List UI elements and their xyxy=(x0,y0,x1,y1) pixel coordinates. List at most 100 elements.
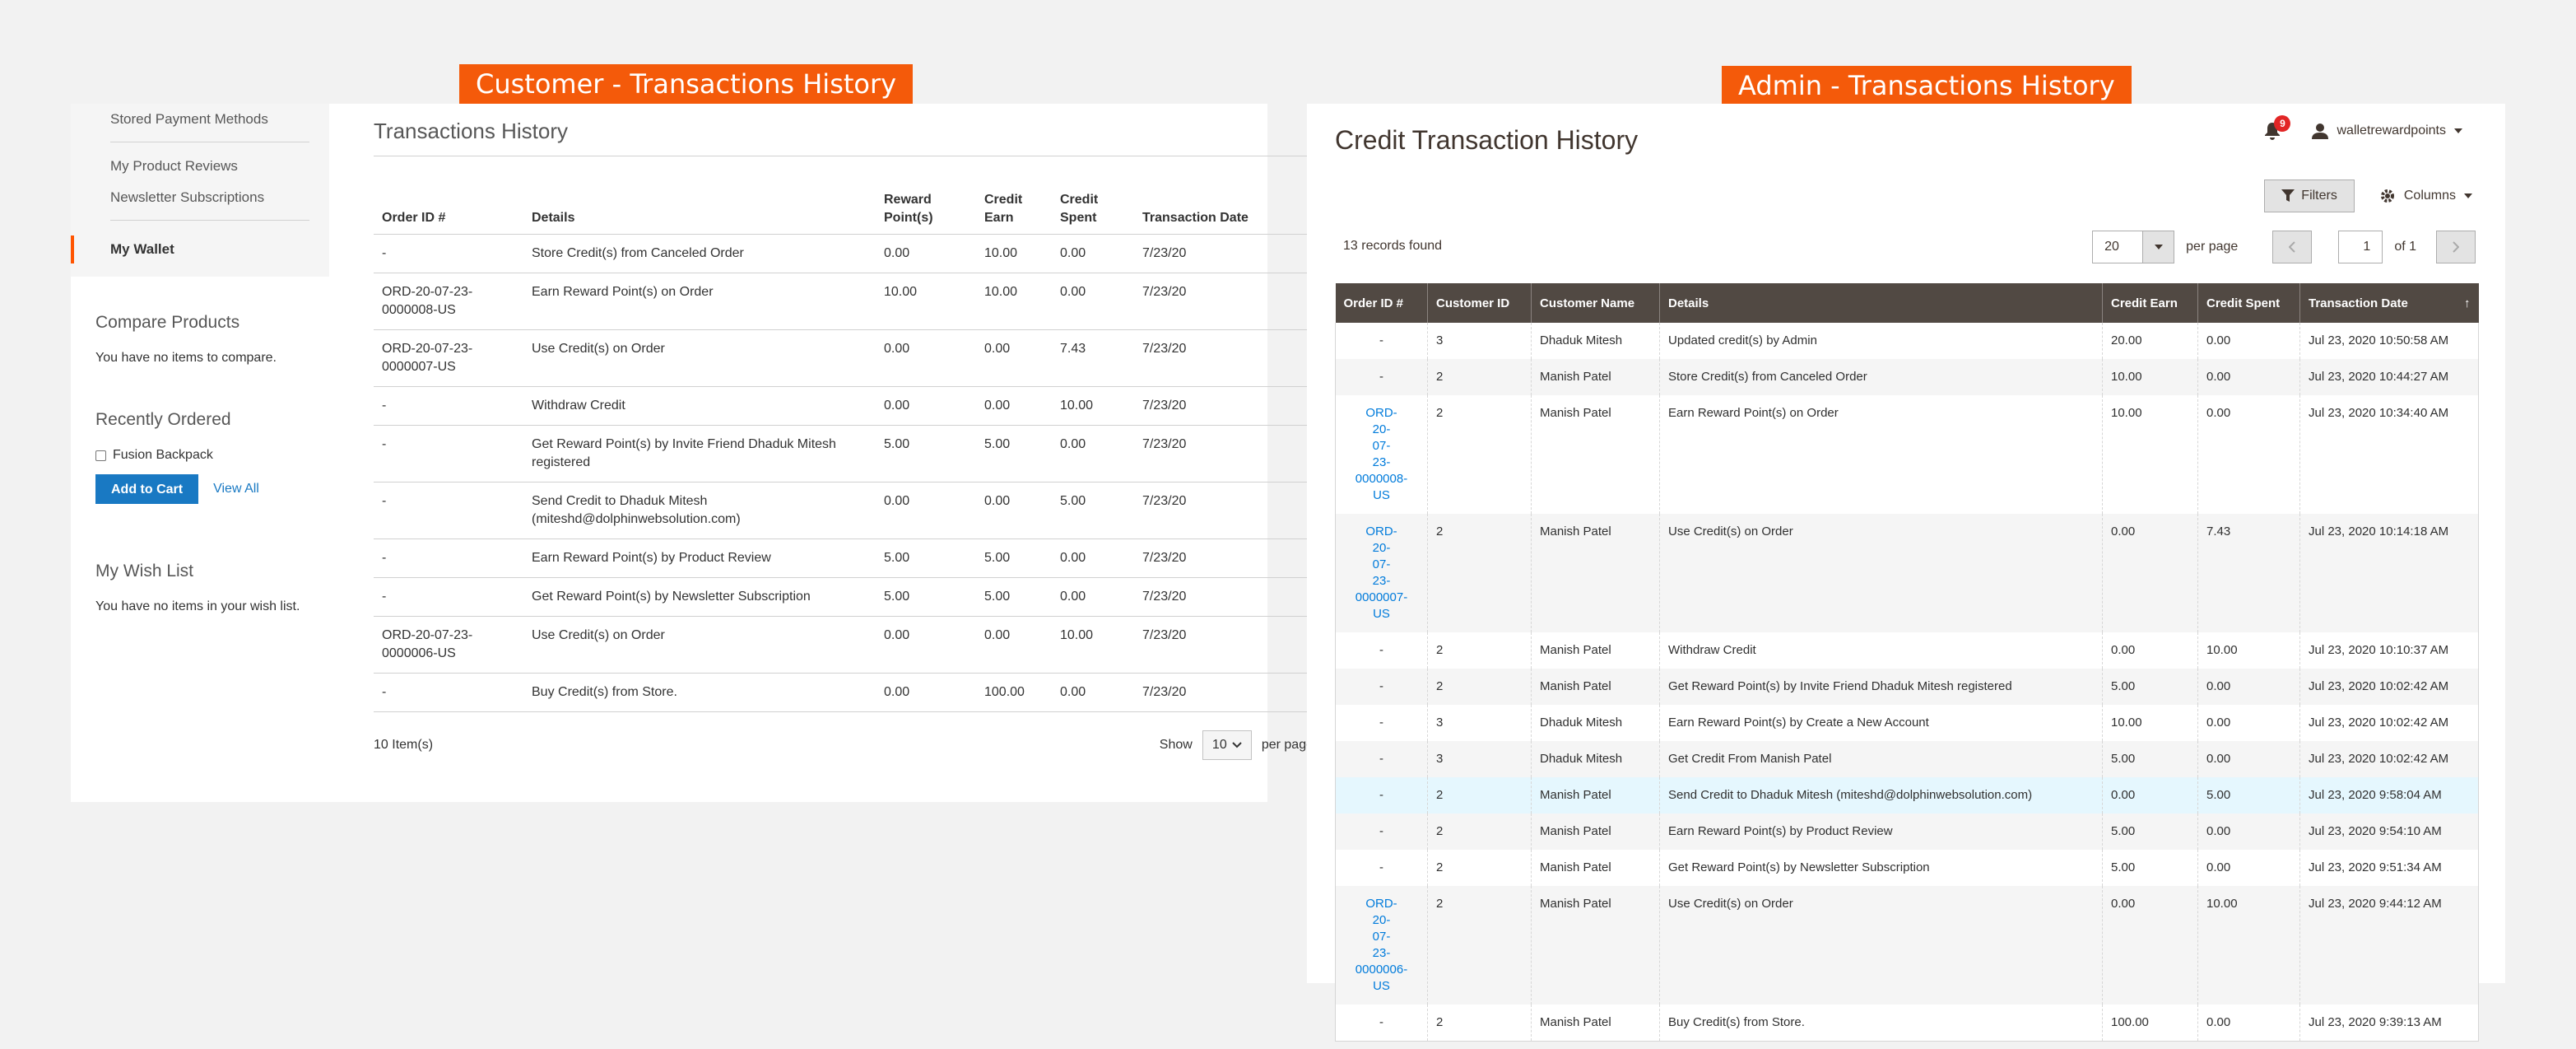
cell-reward-points: 0.00 xyxy=(876,234,976,273)
cell-details: Withdraw Credit xyxy=(523,386,876,426)
col-customer-id[interactable]: Customer ID xyxy=(1427,283,1532,323)
nav-my-product-reviews[interactable]: My Product Reviews xyxy=(71,157,329,175)
nav-stored-payment-methods[interactable]: Stored Payment Methods xyxy=(71,104,329,128)
customer-toolbar: 10 Item(s) Show 10 per page xyxy=(374,730,1314,760)
cell-order-id: - xyxy=(1335,777,1428,814)
cell-credit-spent: 10.00 xyxy=(1052,616,1134,674)
cell-transaction-date: 7/23/20 xyxy=(1134,673,1314,712)
cell-credit-spent: 0.00 xyxy=(2197,741,2300,777)
view-all-link[interactable]: View All xyxy=(213,482,259,497)
per-page-value: 20 xyxy=(2104,240,2119,254)
cell-credit-earn: 5.00 xyxy=(2102,669,2198,705)
recent-item-name[interactable]: Fusion Backpack xyxy=(113,448,213,463)
cell-details: Buy Credit(s) from Store. xyxy=(523,673,876,712)
col-credit-earn: Credit Earn xyxy=(976,191,1052,235)
grid-row[interactable]: -3 Dhaduk Mitesh Updated credit(s) by Admi… xyxy=(1335,323,2479,359)
cell-transaction-date: Jul 23, 2020 9:54:10 AM xyxy=(2299,814,2479,850)
records-found: 13 records found xyxy=(1343,239,1443,253)
cell-customer-name: Manish Patel xyxy=(1531,814,1660,850)
next-page-button[interactable] xyxy=(2436,231,2476,263)
prev-page-button[interactable] xyxy=(2272,231,2313,263)
col-customer-name[interactable]: Customer Name xyxy=(1531,283,1660,323)
cell-order-id: - xyxy=(1335,632,1428,669)
cell-customer-name: Manish Patel xyxy=(1531,395,1660,514)
cell-details: Get Reward Point(s) by Newsletter Subscr… xyxy=(523,577,876,617)
table-row: - Buy Credit(s) from Store. 0.00 100.00 0.00… xyxy=(374,673,1314,712)
table-row: - Store Credit(s) from Canceled Order 0.00… xyxy=(374,234,1314,273)
cell-transaction-date: Jul 23, 2020 10:34:40 AM xyxy=(2299,395,2479,514)
col-details[interactable]: Details xyxy=(1659,283,2103,323)
add-to-cart-button[interactable]: Add to Cart xyxy=(95,474,199,504)
cell-transaction-date: Jul 23, 2020 10:44:27 AM xyxy=(2299,359,2479,395)
grid-row[interactable]: ORD- 20- 07- 23- 0000008- US 2 Manish Patel Earn… xyxy=(1335,395,2479,514)
cell-order-id[interactable]: ORD- 20- 07- 23- 0000006- US xyxy=(1335,886,1428,1005)
cell-transaction-date: Jul 23, 2020 10:14:18 AM xyxy=(2299,514,2479,632)
cell-order-id: - xyxy=(1335,850,1428,886)
cell-customer-name: Dhaduk Mitesh xyxy=(1531,741,1660,777)
limiter: Show 10 per page xyxy=(1160,730,1314,760)
cell-transaction-date: Jul 23, 2020 10:02:42 AM xyxy=(2299,669,2479,705)
grid-row[interactable]: -2 Manish Patel Store Credit(s) from Cance… xyxy=(1335,359,2479,395)
cell-order-id[interactable]: ORD- 20- 07- 23- 0000008- US xyxy=(1335,395,1428,514)
col-order-id[interactable]: Order ID # xyxy=(1335,283,1428,323)
per-page-toggle[interactable] xyxy=(2142,231,2174,263)
cell-order-id: - xyxy=(374,538,523,578)
cell-credit-spent: 0.00 xyxy=(1052,577,1134,617)
filters-button[interactable]: Filters xyxy=(2264,179,2355,212)
nav-my-wallet[interactable]: My Wallet xyxy=(71,235,329,263)
col-details: Details xyxy=(523,191,876,235)
cell-details: Earn Reward Point(s) by Create a New Acc… xyxy=(1659,705,2103,741)
cell-credit-spent: 10.00 xyxy=(1052,386,1134,426)
per-page-select[interactable]: 20 xyxy=(2092,231,2175,263)
cell-credit-spent: 0.00 xyxy=(1052,425,1134,483)
account-sidebar: Stored Payment Methods My Product Review… xyxy=(71,104,329,614)
grid-row[interactable]: -2 Manish Patel Buy Credit(s) from Store. 1… xyxy=(1335,1005,2479,1042)
grid-row[interactable]: -3 Dhaduk Mitesh Get Credit From Manish Pa… xyxy=(1335,741,2479,777)
cell-order-id: - xyxy=(1335,705,1428,741)
cell-credit-earn: 5.00 xyxy=(976,577,1052,617)
table-row: ORD-20-07-23-0000008-US Earn Reward Point… xyxy=(374,273,1314,330)
page-input[interactable]: 1 xyxy=(2338,231,2383,263)
cell-order-id: - xyxy=(1335,669,1428,705)
cell-credit-earn: 5.00 xyxy=(2102,741,2198,777)
grid-row[interactable]: ORD- 20- 07- 23- 0000006- US 2 Manish Patel Use … xyxy=(1335,886,2479,1005)
grid-row[interactable]: -2 Manish Patel Get Reward Point(s) by New… xyxy=(1335,850,2479,886)
cell-customer-id: 2 xyxy=(1427,669,1532,705)
cell-credit-spent: 5.00 xyxy=(1052,482,1134,539)
columns-button[interactable]: Columns xyxy=(2379,188,2472,204)
col-credit-earn[interactable]: Credit Earn xyxy=(2102,283,2198,323)
grid-row[interactable]: -2 Manish Patel Get Reward Point(s) by Inv… xyxy=(1335,669,2479,705)
cell-details: Earn Reward Point(s) on Order xyxy=(1659,395,2103,514)
cell-customer-id: 2 xyxy=(1427,814,1532,850)
col-transaction-date: Transaction Date xyxy=(1134,191,1314,235)
nav-newsletter-subscriptions[interactable]: Newsletter Subscriptions xyxy=(71,189,329,207)
caret-down-icon xyxy=(2454,128,2462,133)
cell-details: Use Credit(s) on Order xyxy=(1659,514,2103,632)
limiter-select[interactable]: 10 xyxy=(1202,730,1252,760)
grid-row[interactable]: -3 Dhaduk Mitesh Earn Reward Point(s) by C… xyxy=(1335,705,2479,741)
cell-details: Earn Reward Point(s) by Product Review xyxy=(523,538,876,578)
cell-order-id[interactable]: ORD- 20- 07- 23- 0000007- US xyxy=(1335,514,1428,632)
cell-customer-id: 2 xyxy=(1427,886,1532,1005)
customer-transactions-table: Order ID # Details Reward Point(s) Credi… xyxy=(374,191,1314,712)
cell-order-id: - xyxy=(374,482,523,539)
notifications-button[interactable]: 9 xyxy=(2264,115,2291,140)
compare-block: Compare Products You have no items to co… xyxy=(71,313,329,366)
cell-customer-id: 2 xyxy=(1427,395,1532,514)
col-credit-spent[interactable]: Credit Spent xyxy=(2197,283,2300,323)
cell-transaction-date: Jul 23, 2020 10:02:42 AM xyxy=(2299,705,2479,741)
grid-row[interactable]: ORD- 20- 07- 23- 0000007- US 2 Manish Patel Use … xyxy=(1335,514,2479,632)
cell-reward-points: 0.00 xyxy=(876,616,976,674)
grid-row[interactable]: -2 Manish Patel Withdraw Credit 0.00 10.00 Ju… xyxy=(1335,632,2479,669)
cell-reward-points: 0.00 xyxy=(876,482,976,539)
cell-customer-id: 2 xyxy=(1427,1005,1532,1042)
grid-row[interactable]: -2 Manish Patel Send Credit to Dhaduk Mite… xyxy=(1335,777,2479,814)
cell-credit-spent: 0.00 xyxy=(2197,359,2300,395)
recent-item-checkbox[interactable] xyxy=(95,450,106,461)
col-transaction-date[interactable]: Transaction Date ↑ xyxy=(2299,283,2479,323)
nav-divider xyxy=(110,220,309,221)
user-menu[interactable]: walletrewardpoints xyxy=(2312,123,2462,139)
cell-transaction-date: 7/23/20 xyxy=(1134,616,1314,674)
cell-customer-name: Dhaduk Mitesh xyxy=(1531,705,1660,741)
grid-row[interactable]: -2 Manish Patel Earn Reward Point(s) by Pr… xyxy=(1335,814,2479,850)
